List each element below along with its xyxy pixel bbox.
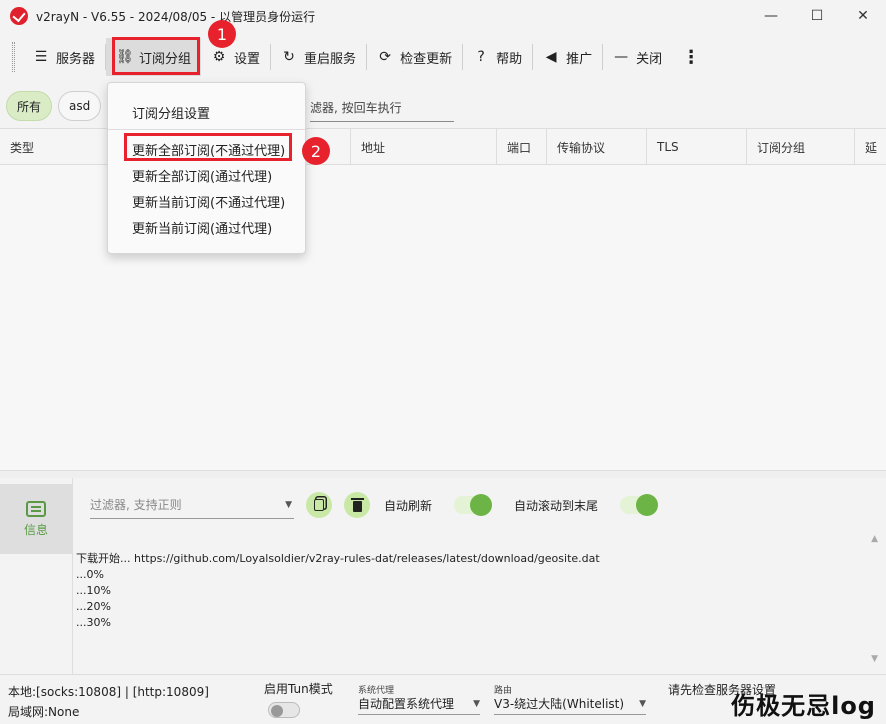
panel-divider (72, 478, 73, 674)
log-filter-placeholder: 过滤器, 支持正则 (90, 498, 182, 512)
restart-icon: ↻ (283, 49, 295, 65)
column-header-network[interactable]: 传输协议 (546, 129, 646, 165)
close-button[interactable]: ✕ (840, 0, 886, 32)
restart-service-button[interactable]: ↻ 重启服务 (271, 38, 366, 76)
menu-item-subscription-settings[interactable]: 订阅分组设置 (132, 103, 210, 122)
tun-mode-label: 启用Tun模式 (264, 682, 333, 696)
column-header-address[interactable]: 地址 (350, 129, 496, 165)
toggle-knob (271, 705, 283, 717)
auto-scroll-toggle[interactable] (620, 494, 659, 516)
log-line: ...10% (76, 584, 111, 597)
highlight-box-update-all (124, 133, 292, 161)
menu-item-update-all-proxy[interactable]: 更新全部订阅(通过代理) (132, 166, 272, 185)
more-options-icon[interactable]: ⋮ (672, 47, 710, 68)
scroll-down-icon[interactable]: ▼ (871, 654, 878, 664)
lan-status: 局域网:None (8, 705, 80, 719)
column-header-tls[interactable]: TLS (646, 129, 746, 165)
servers-label: 服务器 (56, 51, 96, 67)
step-badge-1: 1 (208, 20, 236, 48)
clear-log-button[interactable] (344, 492, 370, 518)
minus-icon: — (614, 49, 629, 65)
message-icon (26, 500, 46, 517)
log-line: ...30% (76, 616, 111, 629)
log-line: 下载开始... https://github.com/Loyalsoldier/… (76, 552, 600, 565)
auto-refresh-toggle[interactable] (454, 494, 493, 516)
chip-asd[interactable]: asd (58, 91, 102, 121)
help-button[interactable]: ? 帮助 (463, 38, 532, 76)
speaker-icon: ◀ (545, 49, 557, 65)
info-tab[interactable]: 信息 (0, 484, 72, 554)
help-label: 帮助 (496, 51, 523, 67)
column-header-type[interactable]: 类型 (0, 129, 106, 165)
log-toolbar: 过滤器, 支持正则 ▼ 自动刷新 自动滚动到末尾 (90, 490, 659, 520)
refresh-icon: ⟳ (379, 49, 391, 65)
window-controls: — ☐ ✕ (748, 0, 886, 32)
gear-icon: ⚙ (212, 49, 226, 65)
routing-value: V3-绕过大陆(Whitelist) (494, 697, 625, 711)
title-bar: v2rayN - V6.55 - 2024/08/05 - 以管理员身份运行 —… (0, 0, 886, 32)
check-update-label: 检查更新 (400, 51, 453, 67)
watermark-text: 伤极无忌log (731, 692, 876, 720)
scroll-up-icon[interactable]: ▲ (871, 534, 878, 544)
step-badge-2: 2 (302, 137, 330, 165)
log-line: ...0% (76, 568, 104, 581)
window-title: v2rayN - V6.55 - 2024/08/05 - 以管理员身份运行 (36, 9, 316, 24)
chevron-down-icon: ▼ (473, 698, 480, 709)
chevron-down-icon[interactable]: ▼ (285, 500, 292, 510)
local-ports-status: 本地:[socks:10808] | [http:10809] (8, 685, 209, 699)
routing-select[interactable]: V3-绕过大陆(Whitelist) ▼ (494, 693, 646, 715)
server-filter-input[interactable]: 滤器, 按回车执行 (310, 94, 454, 122)
copy-icon (314, 499, 324, 511)
highlight-box-subscription (112, 37, 200, 75)
column-header-port[interactable]: 端口 (496, 129, 546, 165)
auto-scroll-label: 自动滚动到末尾 (514, 498, 599, 513)
log-output: 下载开始... https://github.com/Loyalsoldier/… (76, 551, 600, 631)
maximize-button[interactable]: ☐ (794, 0, 840, 32)
v2rayn-logo-icon (10, 7, 28, 25)
trash-icon (350, 497, 364, 512)
menu-item-update-current-proxy[interactable]: 更新当前订阅(通过代理) (132, 218, 272, 237)
chip-all[interactable]: 所有 (6, 91, 53, 121)
toolbar-grip[interactable] (12, 42, 15, 72)
info-tab-label: 信息 (23, 522, 48, 537)
check-update-button[interactable]: ⟳ 检查更新 (367, 38, 462, 76)
copy-log-button[interactable] (306, 492, 332, 518)
log-filter-input[interactable]: 过滤器, 支持正则 ▼ (90, 491, 294, 519)
exit-label: 关闭 (636, 51, 663, 67)
minimize-button[interactable]: — (748, 0, 794, 32)
subscription-dropdown-menu: 订阅分组设置 更新全部订阅(不通过代理) 更新全部订阅(通过代理) 更新当前订阅… (107, 82, 306, 254)
column-header-subscription[interactable]: 订阅分组 (746, 129, 854, 165)
help-icon: ? (477, 49, 485, 65)
toggle-knob (636, 494, 659, 516)
log-line: ...20% (76, 600, 111, 613)
settings-label: 设置 (234, 51, 261, 67)
server-icon: ☰ (34, 49, 48, 65)
chevron-down-icon: ▼ (639, 698, 646, 709)
toggle-knob (470, 494, 493, 516)
menu-divider (108, 129, 305, 130)
promotion-button[interactable]: ◀ 推广 (533, 38, 602, 76)
restart-service-label: 重启服务 (304, 51, 357, 67)
column-header-delay[interactable]: 延 (854, 129, 886, 165)
servers-button[interactable]: ☰ 服务器 (23, 38, 105, 76)
panel-splitter[interactable] (0, 470, 886, 478)
menu-item-update-current-no-proxy[interactable]: 更新当前订阅(不通过代理) (132, 192, 285, 211)
exit-button[interactable]: — 关闭 (603, 38, 672, 76)
tun-mode-toggle[interactable] (268, 702, 300, 718)
system-proxy-select[interactable]: 自动配置系统代理 ▼ (358, 693, 480, 715)
system-proxy-value: 自动配置系统代理 (358, 697, 455, 711)
promotion-label: 推广 (566, 51, 593, 67)
auto-refresh-label: 自动刷新 (384, 498, 433, 513)
